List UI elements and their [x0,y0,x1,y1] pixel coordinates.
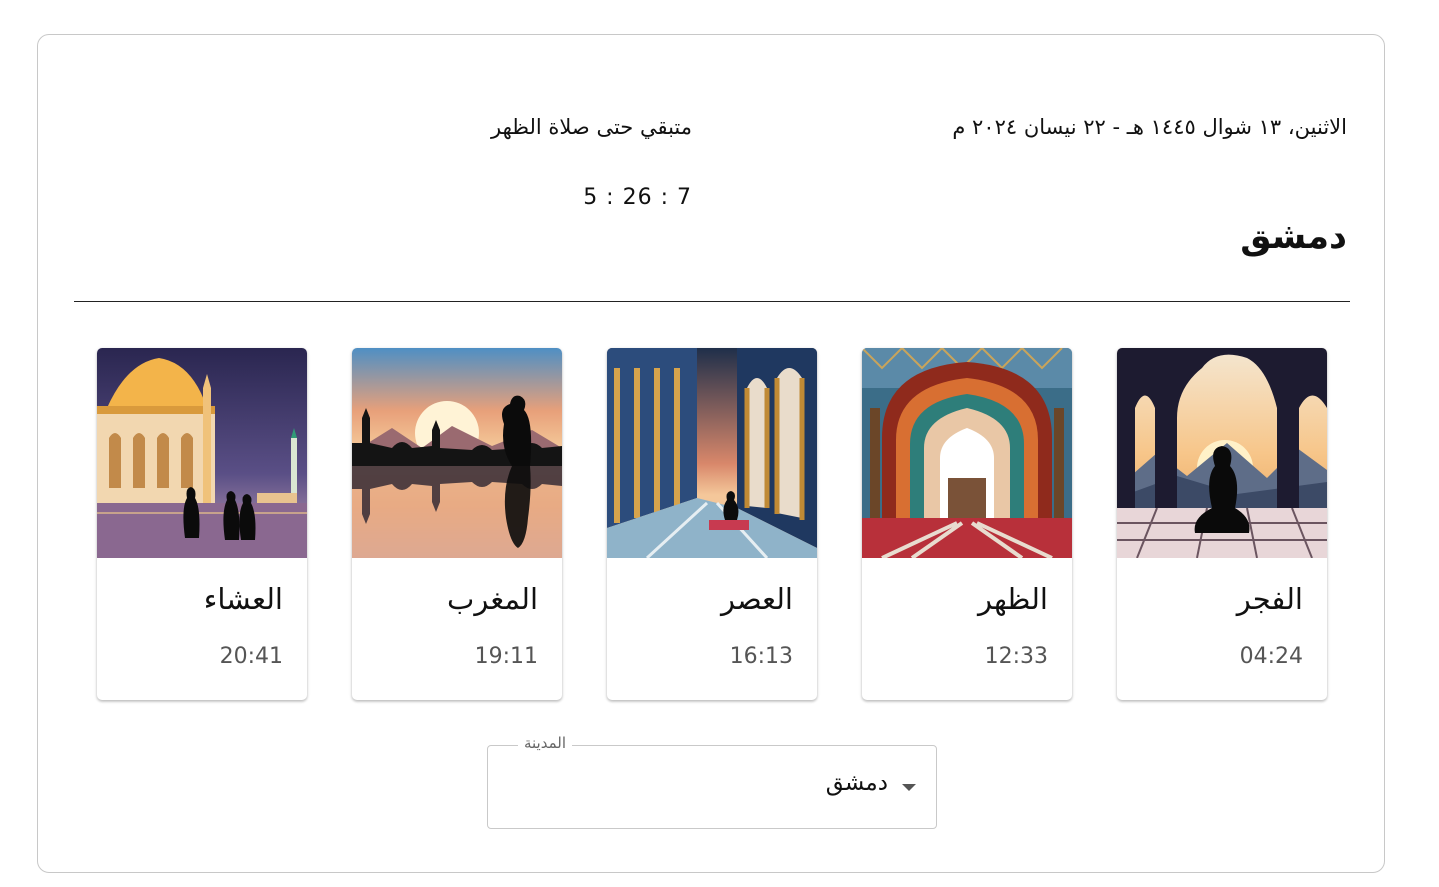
fajr-prayer-image [1117,348,1327,558]
prayer-time: 12:33 [984,644,1048,669]
city-select-label: المدينة [517,734,572,752]
asr-mosque-hall-image [607,348,817,558]
dropdown-arrow-icon[interactable] [902,784,916,791]
prayer-card-asr: العصر 16:13 [607,348,817,700]
prayer-name: الظهر [977,582,1048,616]
prayer-time: 19:11 [474,644,538,669]
prayer-times-panel: الاثنين، ١٣ شوال ١٤٤٥ هـ - ٢٢ نيسان ٢٠٢٤… [37,34,1385,873]
prayer-card-fajr: الفجر 04:24 [1117,348,1327,700]
prayer-name: الفجر [1236,582,1303,616]
header-divider [74,301,1350,302]
isha-mosque-night-image [97,348,307,558]
maghrib-sunset-image [352,348,562,558]
prayer-card-isha: العشاء 20:41 [97,348,307,700]
city-select[interactable]: المدينة دمشق [487,734,937,829]
prayer-name: المغرب [447,582,538,616]
prayer-card-dhuhr: الظهر 12:33 [862,348,1072,700]
countdown-timer: 7 : 26 : 5 [583,185,692,210]
dhuhr-mosque-arch-image [862,348,1072,558]
prayer-card-maghrib: المغرب 19:11 [352,348,562,700]
prayer-time: 04:24 [1239,644,1303,669]
current-date: الاثنين، ١٣ شوال ١٤٤٥ هـ - ٢٢ نيسان ٢٠٢٤… [952,115,1347,139]
prayer-name: العشاء [203,582,283,616]
city-select-value: دمشق [825,770,888,796]
prayer-name: العصر [720,582,793,616]
prayer-time: 20:41 [219,644,283,669]
countdown-label: متبقي حتى صلاة الظهر [491,115,692,139]
city-title: دمشق [1240,217,1347,257]
prayer-time: 16:13 [729,644,793,669]
prayer-cards: الفجر 04:24 الظهر 12:33 العصر 16:13 المغ… [38,348,1384,700]
